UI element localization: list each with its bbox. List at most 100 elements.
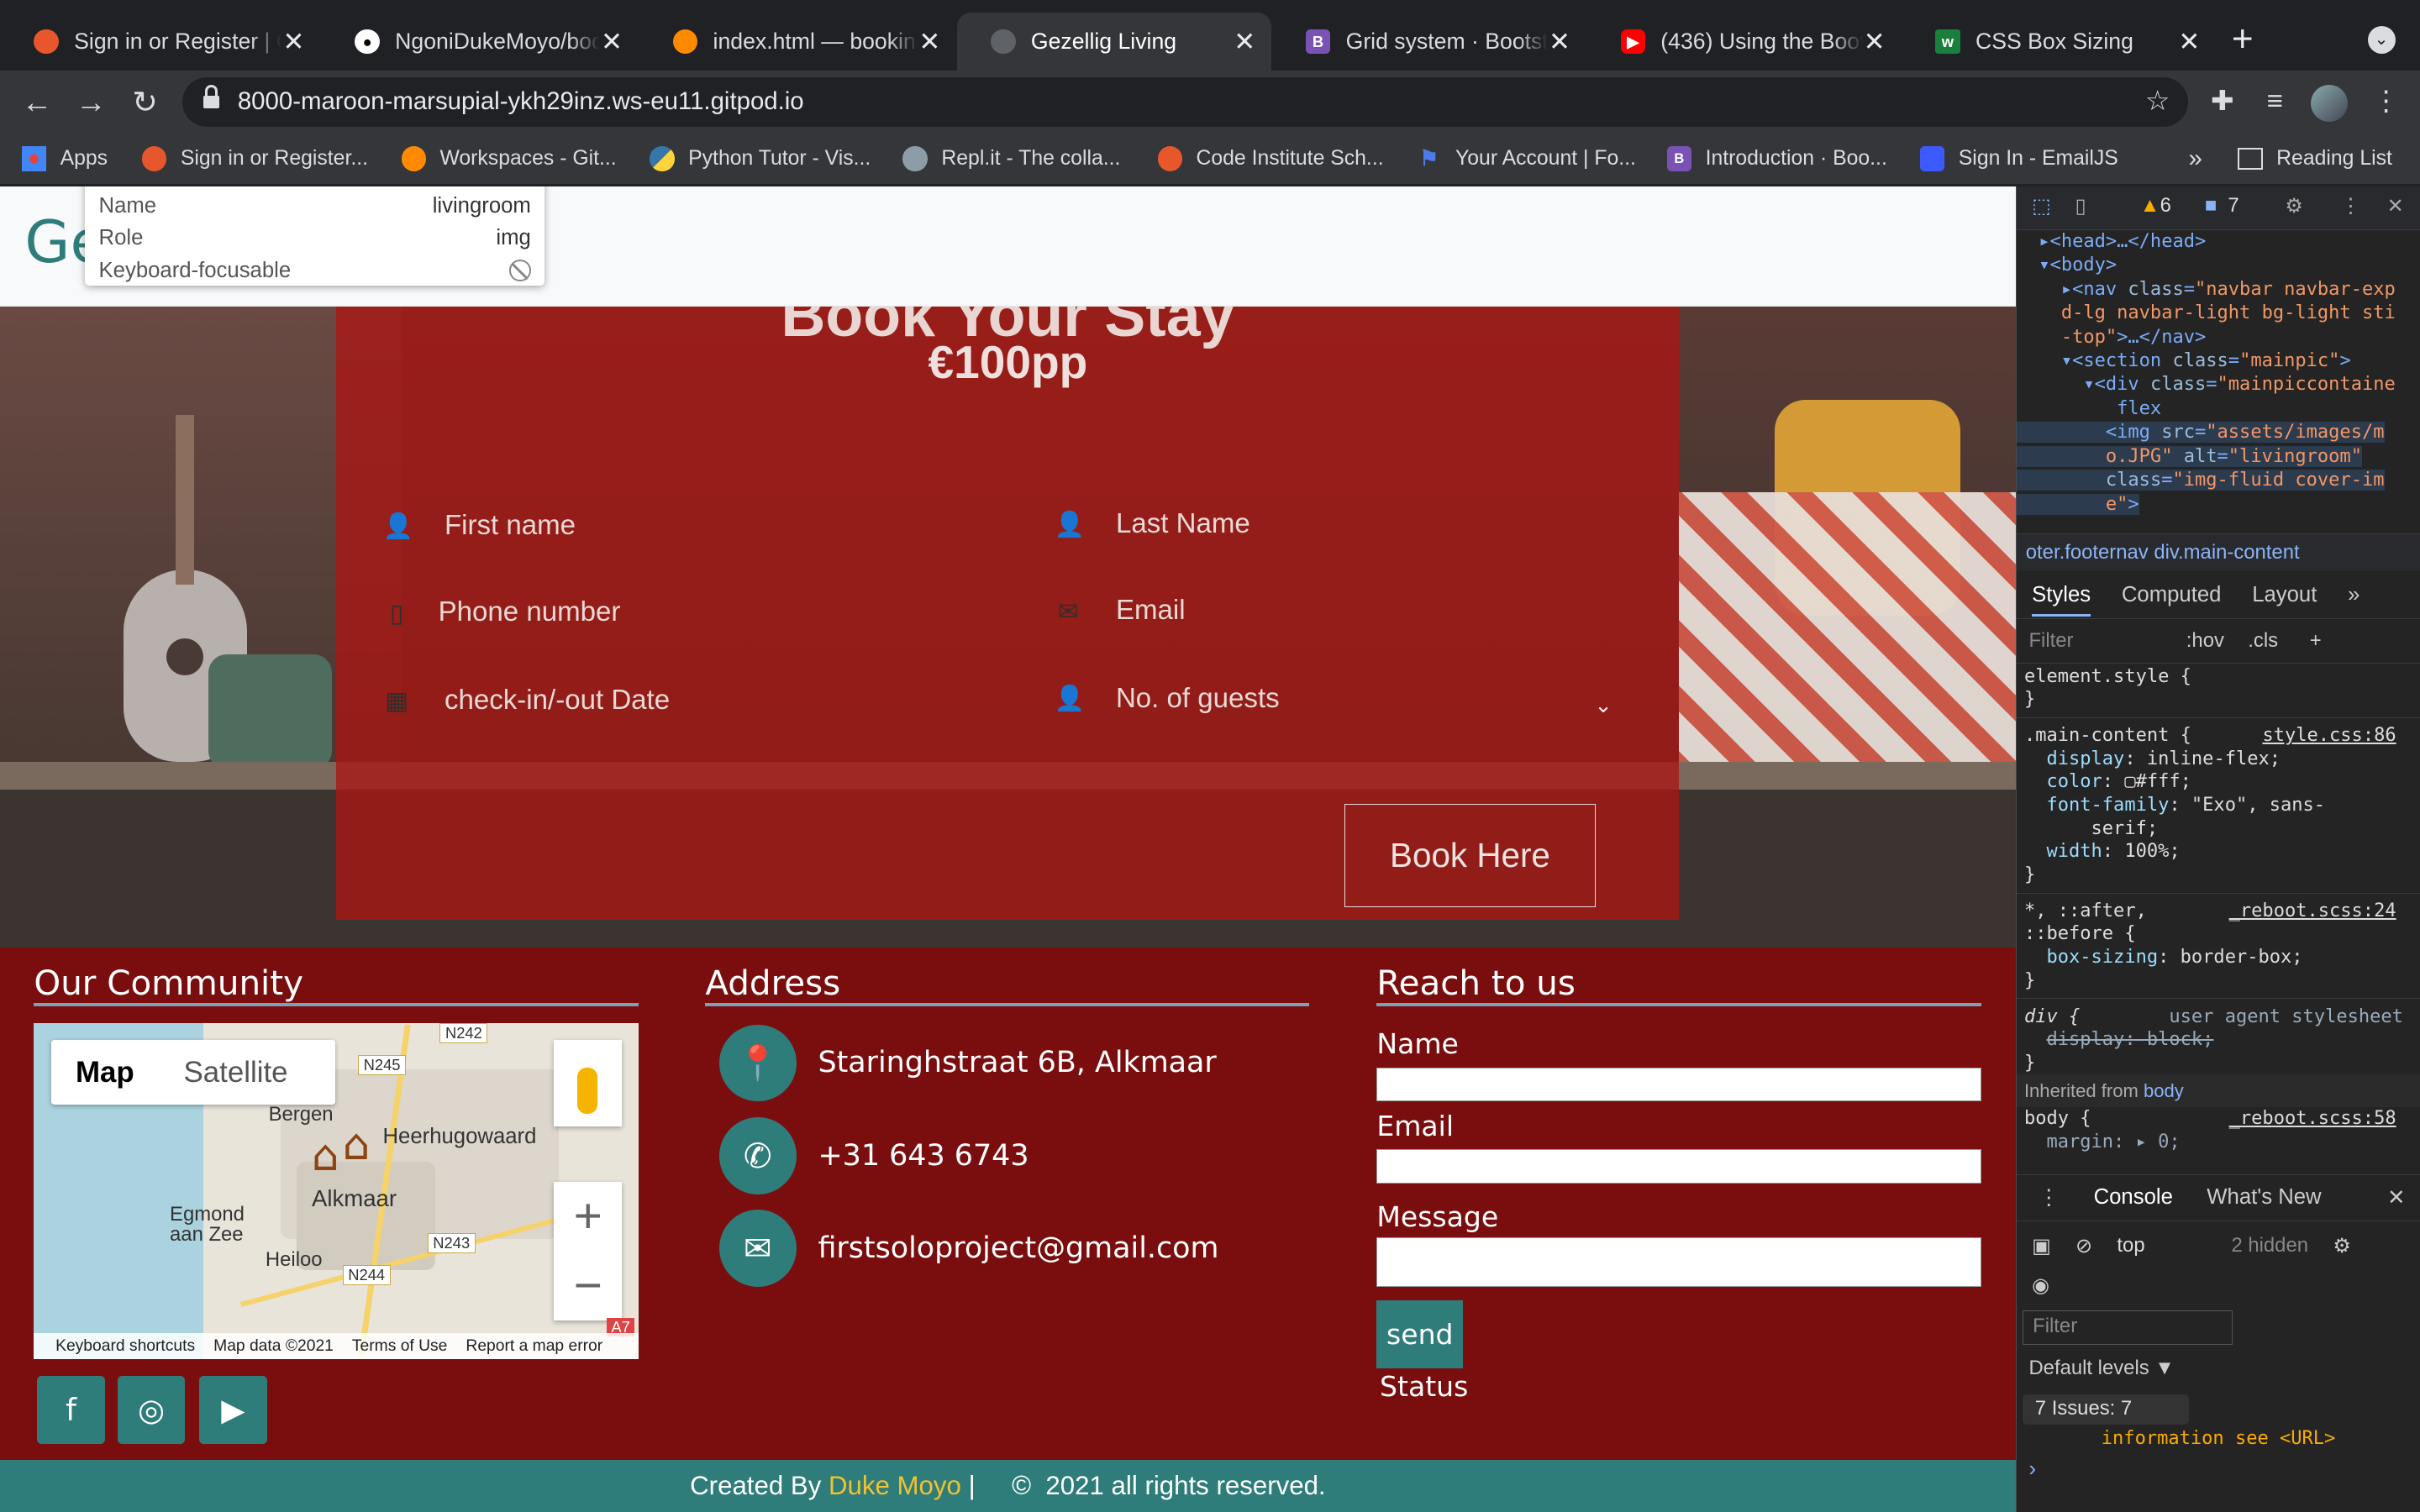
street-view-pegman-icon[interactable] bbox=[554, 1039, 623, 1126]
envelope-icon: ✉ bbox=[718, 1209, 797, 1287]
tab-bootstrap-grid[interactable]: B Grid system · Bootstra ✕ bbox=[1271, 13, 1586, 71]
email-field[interactable]: ✉ Email bbox=[1054, 588, 1186, 634]
reading-list[interactable]: Reading List bbox=[2238, 144, 2392, 175]
webpage-viewport: Ge Name livingroom Role img Keyboard-focus… bbox=[0, 186, 2016, 1512]
menu-dots-icon[interactable]: ⋮ bbox=[2368, 83, 2405, 120]
map-type-control[interactable]: Map Satellite bbox=[50, 1039, 335, 1105]
google-map[interactable]: Map Satellite + − Bergen Heerhugowaard A… bbox=[34, 1022, 639, 1360]
bookmark-your-account[interactable]: ⚑ Your Account | Fo... bbox=[1417, 144, 1636, 175]
reload-icon[interactable]: ↻ bbox=[124, 81, 166, 123]
satellite-button[interactable]: Satellite bbox=[159, 1056, 313, 1089]
contact-email-input[interactable] bbox=[1376, 1149, 1982, 1184]
extensions-icon[interactable]: ✚ bbox=[2204, 83, 2241, 120]
close-icon[interactable]: ✕ bbox=[1548, 27, 1571, 57]
media-queue-icon[interactable]: ≡ bbox=[2256, 83, 2293, 120]
console-tabs: ⋮ Console What's New ✕ bbox=[2016, 1175, 2420, 1221]
close-icon[interactable]: ✕ bbox=[1863, 27, 1886, 57]
clear-console-icon[interactable]: ⊘ bbox=[2075, 1234, 2092, 1258]
tab-github[interactable]: ● NgoniDukeMoyo/book ✕ bbox=[321, 13, 639, 71]
guests-select[interactable]: 👤 No. of guests bbox=[1054, 675, 1279, 722]
tab-sign-in[interactable]: Sign in or Register | C ✕ bbox=[0, 13, 321, 71]
new-tab-icon[interactable]: + bbox=[2232, 18, 2254, 60]
console-filter-input[interactable]: Filter bbox=[2023, 1310, 2233, 1345]
console-prompt-icon[interactable]: › bbox=[2028, 1457, 2036, 1482]
facebook-icon[interactable]: f bbox=[37, 1376, 105, 1445]
bookmark-replit[interactable]: Repl.it - The colla... bbox=[902, 144, 1120, 175]
youtube-icon[interactable]: ▶ bbox=[198, 1376, 267, 1445]
sidebar-toggle-icon[interactable]: ▣ bbox=[2032, 1234, 2051, 1258]
add-rule-icon[interactable]: + bbox=[2310, 629, 2322, 653]
browser-tab-bar: Sign in or Register | C ✕ ● NgoniDukeMoy… bbox=[0, 0, 2420, 71]
bookmarks-overflow-icon[interactable]: » bbox=[2188, 144, 2202, 175]
bookmark-code-institute-school[interactable]: Code Institute Sch... bbox=[1157, 144, 1384, 175]
eye-icon[interactable]: ◉ bbox=[2032, 1273, 2049, 1298]
book-here-button[interactable]: Book Here bbox=[1344, 803, 1597, 907]
bookmark-code-institute[interactable]: Sign in or Register... bbox=[141, 144, 368, 175]
styles-pane[interactable]: element.style { } .main-content { style.… bbox=[2016, 665, 2420, 1174]
issues-button[interactable]: 7 Issues: 7 bbox=[2023, 1394, 2190, 1425]
device-toggle-icon[interactable]: ▯ bbox=[2075, 194, 2086, 222]
house-marker-icon[interactable]: ⌂ bbox=[312, 1131, 339, 1181]
chevron-down-icon[interactable]: ⌄ bbox=[1594, 693, 1612, 718]
inspect-element-icon[interactable]: ⬚ bbox=[2032, 194, 2051, 222]
tab-youtube[interactable]: ▶ (436) Using the Boots ✕ bbox=[1586, 13, 1902, 71]
styles-filter-input[interactable]: Filter :hov .cls + bbox=[2016, 620, 2420, 664]
tab-styles[interactable]: Styles bbox=[2032, 583, 2091, 617]
tab-search-icon[interactable]: ⌄ bbox=[2367, 26, 2396, 55]
address-bar[interactable]: 8000-maroon-marsupial-ykh29inz.ws-eu11.g… bbox=[182, 76, 2189, 127]
inspect-tooltip: Name livingroom Role img Keyboard-focusabl… bbox=[85, 186, 545, 286]
bookmark-gitpod[interactable]: Workspaces - Git... bbox=[401, 144, 617, 175]
close-icon[interactable]: ✕ bbox=[600, 27, 623, 57]
close-icon[interactable]: ✕ bbox=[918, 27, 942, 57]
bookmark-apps[interactable]: Apps bbox=[21, 144, 108, 175]
close-icon[interactable]: ✕ bbox=[2178, 27, 2202, 57]
last-name-field[interactable]: 👤 Last Name bbox=[1054, 501, 1249, 548]
close-drawer-icon[interactable]: ✕ bbox=[2387, 1185, 2406, 1210]
contact-name-input[interactable] bbox=[1376, 1067, 1982, 1102]
settings-gear-icon[interactable]: ⚙ bbox=[2285, 194, 2302, 222]
bookmark-star-icon[interactable]: ☆ bbox=[2145, 77, 2170, 127]
dates-field[interactable]: ▦ check-in/-out Date bbox=[383, 677, 670, 723]
contact-message-textarea[interactable] bbox=[1376, 1237, 1982, 1287]
booking-price: €100pp bbox=[928, 335, 1088, 388]
tab-computed[interactable]: Computed bbox=[2122, 583, 2222, 607]
warning-icon[interactable]: ▲ bbox=[2140, 194, 2160, 222]
avatar[interactable] bbox=[2310, 85, 2348, 123]
forward-icon[interactable]: → bbox=[70, 81, 113, 123]
reading-list-icon bbox=[2238, 148, 2263, 171]
author-link[interactable]: Duke Moyo bbox=[829, 1471, 961, 1500]
tab-console[interactable]: Console bbox=[2094, 1185, 2173, 1210]
zoom-out-icon[interactable]: − bbox=[554, 1252, 622, 1321]
drawer-menu-icon[interactable]: ⋮ bbox=[2038, 1185, 2060, 1210]
site-footer: Our Community Address Reach to us Map Sa… bbox=[0, 947, 2016, 1460]
tab-gitpod[interactable]: index.html — booking ✕ bbox=[639, 13, 956, 71]
more-options-icon[interactable]: ⋮ bbox=[2340, 194, 2360, 222]
send-button[interactable]: send bbox=[1376, 1300, 1464, 1369]
elements-tree[interactable]: ▸<head>…</head> ▾<body> ▸<nav class="nav… bbox=[2016, 230, 2420, 538]
tabs-overflow-icon[interactable]: » bbox=[2348, 583, 2360, 607]
house-marker-icon[interactable]: ⌂ bbox=[343, 1120, 371, 1170]
close-devtools-icon[interactable]: ✕ bbox=[2387, 194, 2404, 222]
message-icon[interactable]: ■ bbox=[2205, 194, 2217, 222]
log-levels-select[interactable]: Default levels ▼ bbox=[2028, 1357, 2174, 1380]
close-icon[interactable]: ✕ bbox=[1234, 27, 1257, 57]
close-icon[interactable]: ✕ bbox=[281, 27, 305, 57]
zoom-in-icon[interactable]: + bbox=[554, 1182, 622, 1252]
bookmark-emailjs[interactable]: Sign In - EmailJS bbox=[1919, 144, 2118, 175]
tab-whats-new[interactable]: What's New bbox=[2207, 1185, 2321, 1210]
back-icon[interactable]: ← bbox=[15, 81, 58, 123]
tab-gezellig-living[interactable]: Gezellig Living ✕ bbox=[956, 12, 1272, 71]
tab-css-box-sizing[interactable]: w CSS Box Sizing ✕ bbox=[1902, 13, 2217, 71]
dom-breadcrumb[interactable]: oter.footernav div.main-content bbox=[2016, 533, 2420, 571]
tab-layout[interactable]: Layout bbox=[2252, 583, 2317, 607]
map-button[interactable]: Map bbox=[51, 1056, 160, 1089]
phone-field[interactable]: ▯ Phone number bbox=[383, 590, 620, 636]
bookmark-python-tutor[interactable]: Python Tutor - Vis... bbox=[650, 144, 871, 175]
bookmark-bootstrap[interactable]: B Introduction · Boo... bbox=[1666, 144, 1887, 175]
address-heading: Address bbox=[705, 963, 841, 1004]
instagram-icon[interactable]: ◎ bbox=[117, 1376, 186, 1445]
console-settings-icon[interactable]: ⚙ bbox=[2333, 1234, 2350, 1258]
context-select[interactable]: top bbox=[2117, 1234, 2144, 1257]
code-institute-icon bbox=[1157, 146, 1182, 171]
first-name-field[interactable]: 👤 First name bbox=[383, 503, 576, 549]
